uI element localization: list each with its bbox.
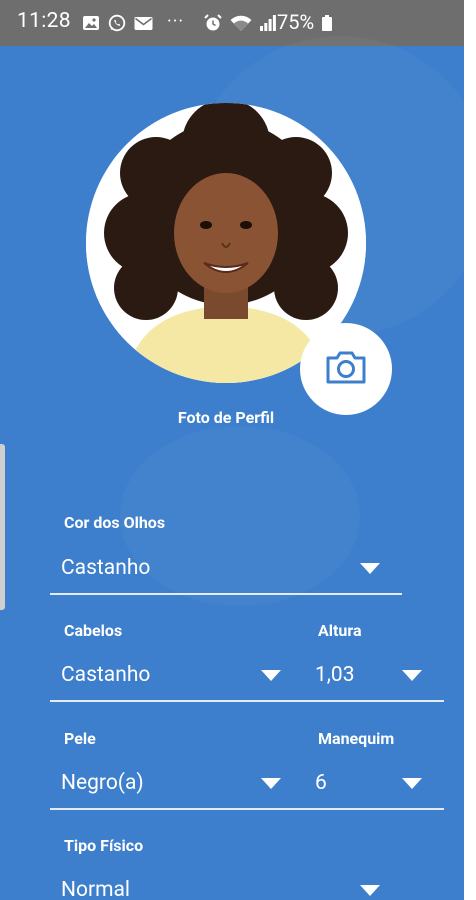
profile-photo-label: Foto de Perfil: [177, 408, 275, 427]
height-value: 1,03: [315, 663, 355, 687]
camera-icon: [324, 349, 368, 389]
skin-mannequin-underline: [50, 808, 444, 810]
more-notifications-indicator: ···: [167, 11, 185, 32]
body-type-dropdown[interactable]: Normal: [50, 868, 402, 900]
battery-percent: 75%: [277, 10, 315, 34]
status-bar: 11:28 ··· 75%: [0, 0, 464, 46]
mannequin-value: 6: [315, 771, 327, 795]
chevron-down-icon: [261, 670, 281, 681]
status-time: 11:28: [17, 9, 71, 33]
eye-color-underline: [50, 593, 402, 595]
height-dropdown[interactable]: 1,03: [300, 653, 444, 703]
hair-label: Cabelos: [64, 621, 123, 640]
app-screen: 11:28 ··· 75% Foto de Perfil Cor dos Olh…: [0, 0, 464, 900]
system-icons: [204, 14, 276, 36]
hair-height-underline: [50, 700, 444, 702]
skin-value: Negro(a): [61, 771, 144, 795]
signal-icon: [260, 15, 276, 35]
chevron-down-icon: [402, 670, 422, 681]
hair-value: Castanho: [61, 663, 151, 687]
profile-form-screen: Foto de Perfil Cor dos Olhos Castanho Ca…: [0, 46, 464, 900]
change-photo-button[interactable]: [300, 323, 392, 415]
chevron-down-icon: [261, 778, 281, 789]
battery-icon: [322, 15, 332, 35]
edge-panel-handle[interactable]: [0, 444, 5, 610]
skin-label: Pele: [64, 729, 96, 748]
mannequin-label: Manequim: [318, 729, 395, 748]
eye-color-value: Castanho: [61, 556, 151, 580]
wifi-icon: [230, 15, 252, 36]
gallery-icon: [82, 15, 100, 35]
whatsapp-icon: [108, 14, 126, 36]
height-label: Altura: [318, 621, 362, 640]
chevron-down-icon: [360, 563, 380, 574]
chevron-down-icon: [402, 778, 422, 789]
notification-icons: [82, 14, 153, 36]
body-type-value: Normal: [61, 878, 131, 900]
eye-color-label: Cor dos Olhos: [64, 513, 166, 532]
alarm-icon: [204, 14, 222, 36]
skin-dropdown[interactable]: Negro(a): [50, 761, 290, 811]
mannequin-dropdown[interactable]: 6: [300, 761, 444, 811]
eye-color-dropdown[interactable]: Castanho: [50, 546, 402, 596]
mail-icon: [134, 16, 153, 35]
body-type-label: Tipo Físico: [64, 836, 144, 855]
chevron-down-icon: [360, 885, 380, 896]
hair-dropdown[interactable]: Castanho: [50, 653, 290, 703]
